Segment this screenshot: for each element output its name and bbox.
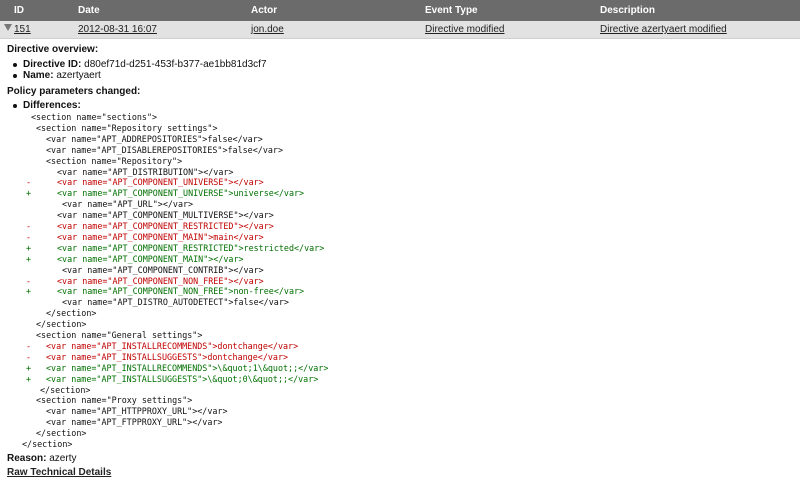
diff-line: </section> <box>40 384 91 395</box>
diff-marker: - <box>26 177 32 188</box>
diff-line: <var name="APT_COMPONENT_RESTRICTED">res… <box>57 242 325 253</box>
diff-marker: + <box>26 373 32 384</box>
diff-line: <section name="Proxy settings"> <box>36 395 193 406</box>
diff-line: <var name="APT_ADDREPOSITORIES">false</v… <box>46 133 263 144</box>
directive-id-label: Directive ID: <box>23 59 82 70</box>
col-date-header[interactable]: Date <box>78 5 100 16</box>
diff-line: <var name="APT_URL"></var> <box>62 199 194 210</box>
diff-line: </section> <box>22 439 73 449</box>
diff-marker: - <box>26 340 32 351</box>
diff-marker: - <box>26 231 32 242</box>
diff-line: <var name="APT_COMPONENT_NON_FREE"></var… <box>57 275 264 286</box>
diff-line: <var name="APT_COMPONENT_UNIVERSE">unive… <box>57 188 305 199</box>
directive-id-item: Directive ID: d80ef71d-d251-453f-b377-ae… <box>23 59 267 70</box>
diff-marker: + <box>26 362 32 373</box>
diff-line: <section name="General settings"> <box>36 330 203 340</box>
event-date-link[interactable]: 2012-08-31 16:07 <box>78 24 157 35</box>
diff-marker: + <box>26 242 32 253</box>
bullet-icon <box>13 74 17 78</box>
diff-line: <var name="APT_DISTRIBUTION"></var> <box>57 166 234 177</box>
diff-line: <var name="APT_COMPONENT_RESTRICTED"></v… <box>57 221 274 231</box>
diff-marker: + <box>26 253 32 264</box>
differences-label: Differences: <box>23 100 81 111</box>
col-actor-header[interactable]: Actor <box>251 5 277 16</box>
diff-line: <var name="APT_INSTALLRECOMMENDS">\&quot… <box>46 362 329 373</box>
collapse-triangle-icon[interactable] <box>4 24 12 31</box>
diff-line: <var name="APT_COMPONENT_MULTIVERSE"></v… <box>57 210 274 221</box>
directive-name-item: Name: azertyaert <box>23 70 101 81</box>
diff-line: </section> <box>46 308 97 319</box>
diff-line: <var name="APT_COMPONENT_MAIN">main</var… <box>57 231 264 242</box>
diff-line: <var name="APT_INSTALLSUGGESTS">dontchan… <box>46 351 289 362</box>
raw-details-item: Raw Technical Details <box>7 467 111 478</box>
raw-technical-details-link[interactable]: Raw Technical Details <box>7 467 111 478</box>
col-description-header[interactable]: Description <box>600 5 655 16</box>
event-type-link[interactable]: Directive modified <box>425 24 504 35</box>
diff-line: <var name="APT_INSTALLSUGGESTS">\&quot;0… <box>46 373 319 384</box>
diff-line: </section> <box>36 428 87 439</box>
diff-marker: + <box>26 286 32 297</box>
reason-label: Reason: <box>7 453 47 464</box>
table-header: ID Date Actor Event Type Description <box>0 0 800 21</box>
policy-parameters-title: Policy parameters changed: <box>7 86 141 97</box>
diff-line: </section> <box>36 319 87 330</box>
diff-line: <var name="APT_DISTRO_AUTODETECT">false<… <box>62 297 289 308</box>
diff-line: <var name="APT_COMPONENT_MAIN"></var> <box>57 253 244 264</box>
differences-label-text: Differences: <box>23 100 81 111</box>
diff-line: <var name="APT_INSTALLRECOMMENDS">dontch… <box>46 340 299 351</box>
table-row[interactable]: 151 2012-08-31 16:07 jon.doe Directive m… <box>0 21 800 39</box>
event-id-link[interactable]: 151 <box>14 24 31 35</box>
bullet-icon <box>13 63 17 67</box>
diff-line: <var name="APT_FTPPROXY_URL"></var> <box>46 417 223 428</box>
diff-marker: - <box>26 275 32 286</box>
diff-marker: - <box>26 351 32 362</box>
diff-line: <section name="Repository settings"> <box>36 122 218 133</box>
directive-overview-title: Directive overview: <box>7 44 99 55</box>
diff-line: <var name="APT_DISABLEREPOSITORIES">fals… <box>46 144 283 155</box>
diff-line: <var name="APT_COMPONENT_CONTRIB"></var> <box>62 264 264 275</box>
col-id-header[interactable]: ID <box>14 5 24 16</box>
event-actor-link[interactable]: jon.doe <box>251 24 284 35</box>
diff-line: <section name="Repository"> <box>46 155 183 166</box>
col-event-type-header[interactable]: Event Type <box>425 5 478 16</box>
event-description-link[interactable]: Directive azertyaert modified <box>600 24 727 35</box>
diff-line: <var name="APT_COMPONENT_UNIVERSE"></var… <box>57 177 264 188</box>
diff-marker: - <box>26 221 32 231</box>
diff-line: <var name="APT_HTTPPROXY_URL"></var> <box>46 406 228 417</box>
directive-name-value: azertyaert <box>56 70 101 81</box>
diff-marker: + <box>26 188 32 199</box>
directive-id-value: d80ef71d-d251-453f-b377-ae1bb81d3cf7 <box>84 59 267 70</box>
reason-item: Reason: azerty <box>7 453 76 464</box>
directive-name-label: Name: <box>23 70 54 81</box>
diff-line: <var name="APT_COMPONENT_NON_FREE">non-f… <box>57 286 305 297</box>
bullet-icon <box>13 104 17 108</box>
diff-line: <section name="sections"> <box>31 112 158 122</box>
reason-value: azerty <box>49 453 77 464</box>
